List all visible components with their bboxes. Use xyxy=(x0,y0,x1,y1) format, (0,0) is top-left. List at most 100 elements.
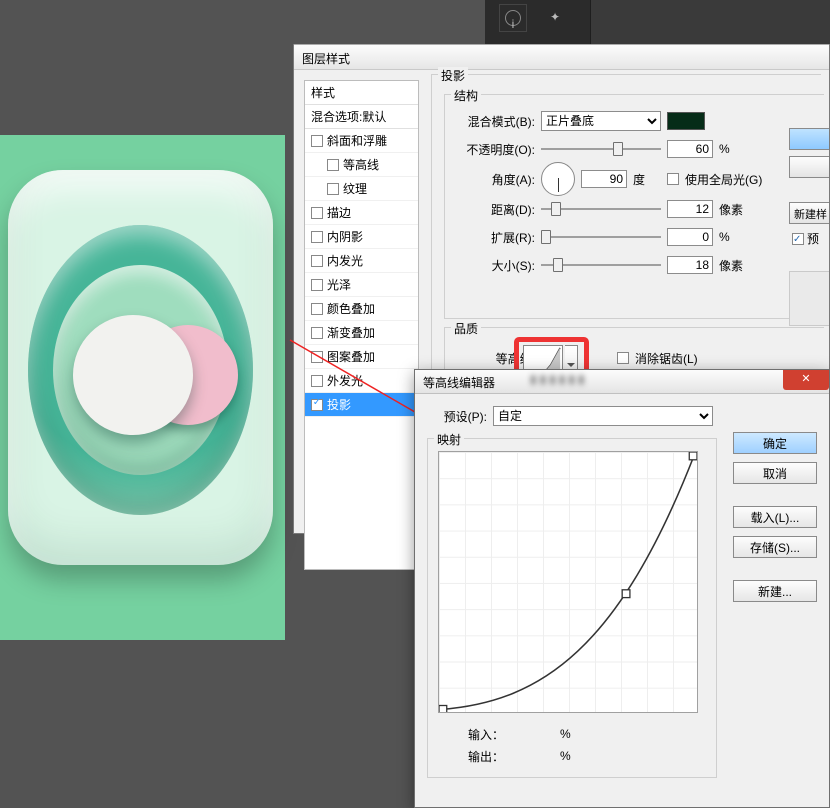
spread-label: 扩展(R): xyxy=(455,229,535,246)
info-icon[interactable]: i xyxy=(499,4,527,32)
curve-canvas[interactable] xyxy=(438,451,698,713)
style-item-label: 外发光 xyxy=(327,372,363,389)
style-item-4[interactable]: 内阴影 xyxy=(305,225,418,249)
percent-unit-2: % xyxy=(719,230,747,244)
style-item-label: 光泽 xyxy=(327,276,351,293)
load-button[interactable]: 载入(L)... xyxy=(733,506,817,528)
px-unit: 像素 xyxy=(719,201,747,218)
artwork-icon xyxy=(8,170,273,565)
blend-options-default[interactable]: 混合选项:默认 xyxy=(305,105,418,129)
dialog-titlebar[interactable]: 图层样式 xyxy=(294,44,829,70)
preview-label: 预 xyxy=(807,230,819,247)
style-item-6[interactable]: 光泽 xyxy=(305,273,418,297)
style-item-label: 描边 xyxy=(327,204,351,221)
antialias-checkbox[interactable] xyxy=(617,352,629,364)
output-label: 输出： xyxy=(468,748,504,765)
style-item-5[interactable]: 内发光 xyxy=(305,249,418,273)
style-item-checkbox[interactable] xyxy=(311,327,323,339)
preset-label: 预设(P): xyxy=(427,408,487,425)
distance-label: 距离(D): xyxy=(455,201,535,218)
size-label: 大小(S): xyxy=(455,257,535,274)
px-unit-2: 像素 xyxy=(719,257,747,274)
shadow-color-swatch[interactable] xyxy=(667,112,705,130)
magic-icon[interactable]: ✦ xyxy=(541,4,569,32)
use-global-light-label: 使用全局光(G) xyxy=(685,171,762,188)
contour-editor-dialog: 等高线编辑器 ▮▮▮▮▮▮ ✕ 预设(P): 自定 映射 输入： xyxy=(414,369,830,808)
opacity-input[interactable] xyxy=(667,140,713,158)
style-item-checkbox[interactable] xyxy=(311,399,323,411)
preview-checkbox[interactable] xyxy=(792,233,804,245)
save-button[interactable]: 存储(S)... xyxy=(733,536,817,558)
quality-legend: 品质 xyxy=(451,320,481,337)
canvas-background xyxy=(0,135,285,640)
mapping-section: 映射 输入： % 输出： % xyxy=(427,438,717,778)
style-item-checkbox[interactable] xyxy=(311,231,323,243)
style-item-label: 图案叠加 xyxy=(327,348,375,365)
preview-swatch xyxy=(789,271,829,326)
size-slider[interactable] xyxy=(541,256,661,274)
structure-legend: 结构 xyxy=(451,87,481,104)
ok-button-stub[interactable] xyxy=(789,128,829,150)
style-item-label: 渐变叠加 xyxy=(327,324,375,341)
styles-list-header: 样式 xyxy=(305,81,418,105)
style-item-3[interactable]: 描边 xyxy=(305,201,418,225)
style-item-label: 投影 xyxy=(327,396,351,413)
mapping-legend: 映射 xyxy=(434,431,464,448)
style-item-checkbox[interactable] xyxy=(311,207,323,219)
style-item-checkbox[interactable] xyxy=(327,159,339,171)
blend-mode-label: 混合模式(B): xyxy=(455,113,535,130)
angle-label: 角度(A): xyxy=(455,171,535,188)
style-item-0[interactable]: 斜面和浮雕 xyxy=(305,129,418,153)
styles-list[interactable]: 样式 混合选项:默认 斜面和浮雕等高线纹理描边内阴影内发光光泽颜色叠加渐变叠加图… xyxy=(304,80,419,570)
style-item-checkbox[interactable] xyxy=(327,183,339,195)
input-label: 输入： xyxy=(468,726,504,743)
dialog-right-buttons: 新建样 预 xyxy=(789,128,829,326)
style-item-label: 斜面和浮雕 xyxy=(327,132,387,149)
style-item-1[interactable]: 等高线 xyxy=(305,153,418,177)
blurred-text: ▮▮▮▮▮▮ xyxy=(530,372,588,386)
artwork-circle-white xyxy=(73,315,193,435)
cancel-button[interactable]: 取消 xyxy=(733,462,817,484)
preset-select[interactable]: 自定 xyxy=(493,406,713,426)
shadow-legend: 投影 xyxy=(438,67,468,84)
style-item-checkbox[interactable] xyxy=(311,351,323,363)
angle-dial[interactable] xyxy=(541,162,575,196)
opacity-label: 不透明度(O): xyxy=(455,141,535,158)
distance-slider[interactable] xyxy=(541,200,661,218)
style-item-11[interactable]: 投影 xyxy=(305,393,418,417)
style-item-checkbox[interactable] xyxy=(311,375,323,387)
contour-editor-buttons: 确定 取消 载入(L)... 存储(S)... 新建... xyxy=(733,432,817,602)
style-item-label: 内发光 xyxy=(327,252,363,269)
new-button[interactable]: 新建... xyxy=(733,580,817,602)
style-item-10[interactable]: 外发光 xyxy=(305,369,418,393)
style-item-label: 等高线 xyxy=(343,156,379,173)
use-global-light-checkbox[interactable] xyxy=(667,173,679,185)
spread-input[interactable] xyxy=(667,228,713,246)
angle-unit: 度 xyxy=(633,171,661,188)
style-item-2[interactable]: 纹理 xyxy=(305,177,418,201)
style-item-checkbox[interactable] xyxy=(311,303,323,315)
style-item-checkbox[interactable] xyxy=(311,279,323,291)
style-item-checkbox[interactable] xyxy=(311,135,323,147)
spread-slider[interactable] xyxy=(541,228,661,246)
contour-editor-title: 等高线编辑器 xyxy=(423,376,495,390)
style-item-8[interactable]: 渐变叠加 xyxy=(305,321,418,345)
distance-input[interactable] xyxy=(667,200,713,218)
opacity-slider[interactable] xyxy=(541,140,661,158)
blend-mode-select[interactable]: 正片叠底 xyxy=(541,111,661,131)
new-style-button-stub[interactable]: 新建样 xyxy=(789,202,829,224)
percent-unit: % xyxy=(719,142,747,156)
style-item-9[interactable]: 图案叠加 xyxy=(305,345,418,369)
cancel-button-stub[interactable] xyxy=(789,156,829,178)
style-item-checkbox[interactable] xyxy=(311,255,323,267)
size-input[interactable] xyxy=(667,256,713,274)
ok-button[interactable]: 确定 xyxy=(733,432,817,454)
angle-input[interactable] xyxy=(581,170,627,188)
style-item-7[interactable]: 颜色叠加 xyxy=(305,297,418,321)
close-icon[interactable]: ✕ xyxy=(783,370,829,390)
contour-editor-titlebar[interactable]: 等高线编辑器 ▮▮▮▮▮▮ ✕ xyxy=(415,370,829,394)
structure-section: 结构 混合模式(B): 正片叠底 不透明度(O): % 角度(A): 度 使用全… xyxy=(444,94,824,319)
style-item-label: 纹理 xyxy=(343,180,367,197)
style-item-label: 内阴影 xyxy=(327,228,363,245)
input-percent: % xyxy=(560,727,571,741)
